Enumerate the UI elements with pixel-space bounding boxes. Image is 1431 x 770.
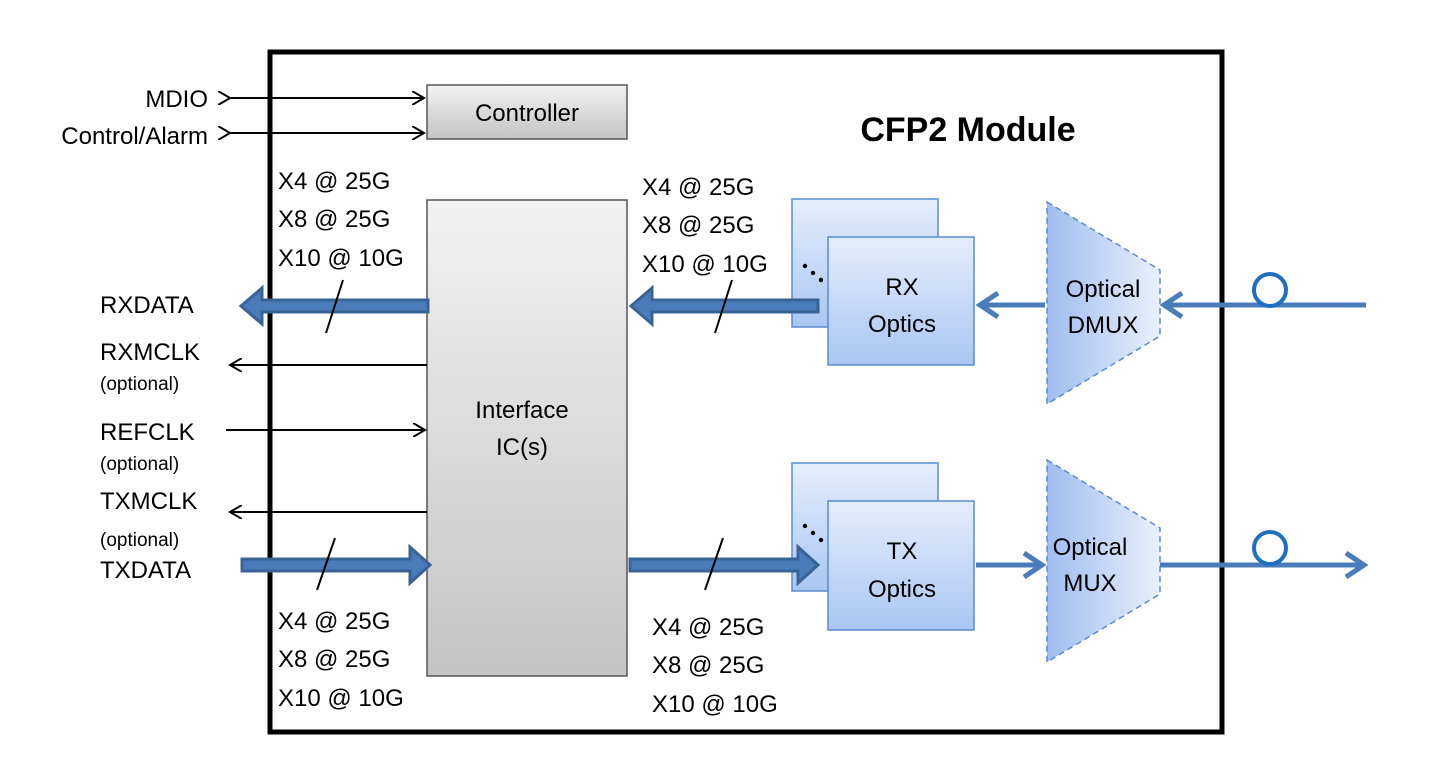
optical-mux-block <box>1046 458 1161 664</box>
tx-optics-block <box>827 500 975 631</box>
interface-ic-label-1: Interface <box>475 397 568 424</box>
dmux-label-2: DMUX <box>1068 312 1139 339</box>
rxmclk-optional: (optional) <box>100 374 179 395</box>
txmclk-optional: (optional) <box>100 530 179 551</box>
lane-config: X8 @ 25G <box>652 652 764 679</box>
mux-label-1: Optical <box>1053 534 1128 561</box>
rx-optics-label-2: Optics <box>868 311 936 338</box>
tx-optics-label-2: Optics <box>868 576 936 603</box>
lane-config: X10 @ 10G <box>278 245 404 272</box>
tx-bus-arrow <box>628 543 821 587</box>
lane-config: X8 @ 25G <box>278 646 390 673</box>
optical-dmux-block <box>1046 200 1161 406</box>
module-title: CFP2 Module <box>860 111 1075 149</box>
lane-config: X4 @ 25G <box>652 614 764 641</box>
mux-label-2: MUX <box>1063 570 1116 597</box>
lane-config: X4 @ 25G <box>642 174 754 201</box>
rx-optics-block <box>827 236 975 366</box>
lane-config: X4 @ 25G <box>278 168 390 195</box>
lane-config: X10 @ 10G <box>642 251 768 278</box>
rx-optics-label-1: RX <box>885 274 918 301</box>
txdata-label: TXDATA <box>100 557 191 584</box>
lane-config: X10 @ 10G <box>652 691 778 718</box>
rx-fiber-connector-icon <box>1252 272 1288 308</box>
lane-config: X4 @ 25G <box>278 608 390 635</box>
rxmclk-label: RXMCLK <box>100 339 200 366</box>
lane-config: X8 @ 25G <box>642 212 754 239</box>
txmclk-label: TXMCLK <box>100 488 197 515</box>
lane-config: X8 @ 25G <box>278 206 390 233</box>
interface-ic-label-2: IC(s) <box>496 434 548 461</box>
control-alarm-label: Control/Alarm <box>61 123 208 150</box>
refclk-label: REFCLK <box>100 419 195 446</box>
tx-optics-label-1: TX <box>887 538 918 565</box>
controller-label: Controller <box>475 100 579 127</box>
dmux-label-1: Optical <box>1066 276 1141 303</box>
cfp2-block-diagram: CFP2 Module Controller Interface IC(s) M… <box>61 49 1431 735</box>
mdio-label: MDIO <box>145 86 208 113</box>
tx-fiber-connector-icon <box>1252 530 1288 566</box>
lane-config: X10 @ 10G <box>278 685 404 712</box>
refclk-optional: (optional) <box>100 454 179 475</box>
rxdata-label: RXDATA <box>100 292 194 319</box>
